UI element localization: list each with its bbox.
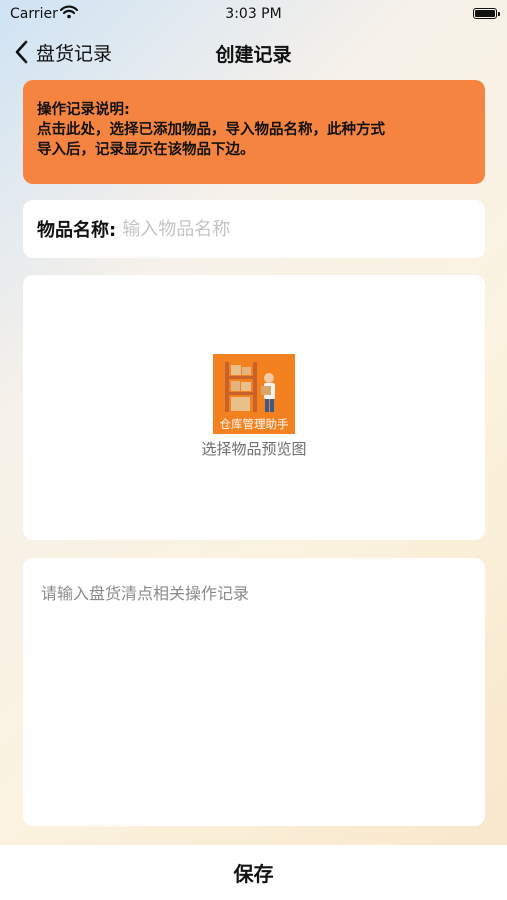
notes-textarea[interactable] — [23, 558, 485, 826]
preview-card[interactable]: 仓库管理助手 选择物品预览图 — [23, 275, 485, 540]
instruction-banner[interactable]: 操作记录说明: 点击此处，选择已添加物品，导入物品名称，此种方式 导入后，记录显… — [23, 80, 485, 184]
instruction-line: 点击此处，选择已添加物品，导入物品名称，此种方式 — [37, 122, 385, 138]
save-button[interactable]: 保存 — [0, 845, 507, 900]
page-title: 创建记录 — [215, 44, 292, 66]
instruction-line: 导入后，记录显示在该物品下边。 — [37, 142, 255, 158]
status-bar: Carrier 3:03 PM — [0, 0, 507, 28]
bottom-bar: 保存 — [0, 845, 507, 900]
preview-caption: 选择物品预览图 — [201, 440, 307, 458]
item-name-row: 物品名称: — [23, 200, 485, 258]
navigation-bar: 盘货记录 创建记录 — [0, 30, 507, 74]
notes-card — [23, 558, 485, 826]
status-time: 3:03 PM — [225, 6, 282, 22]
instruction-title: 操作记录说明: — [37, 102, 130, 118]
app-logo-text: 仓库管理助手 — [220, 417, 289, 431]
item-name-label: 物品名称: — [37, 220, 117, 241]
app-logo-image[interactable]: 仓库管理助手 — [213, 354, 295, 434]
item-name-input[interactable] — [122, 218, 423, 240]
battery-icon — [473, 8, 500, 19]
